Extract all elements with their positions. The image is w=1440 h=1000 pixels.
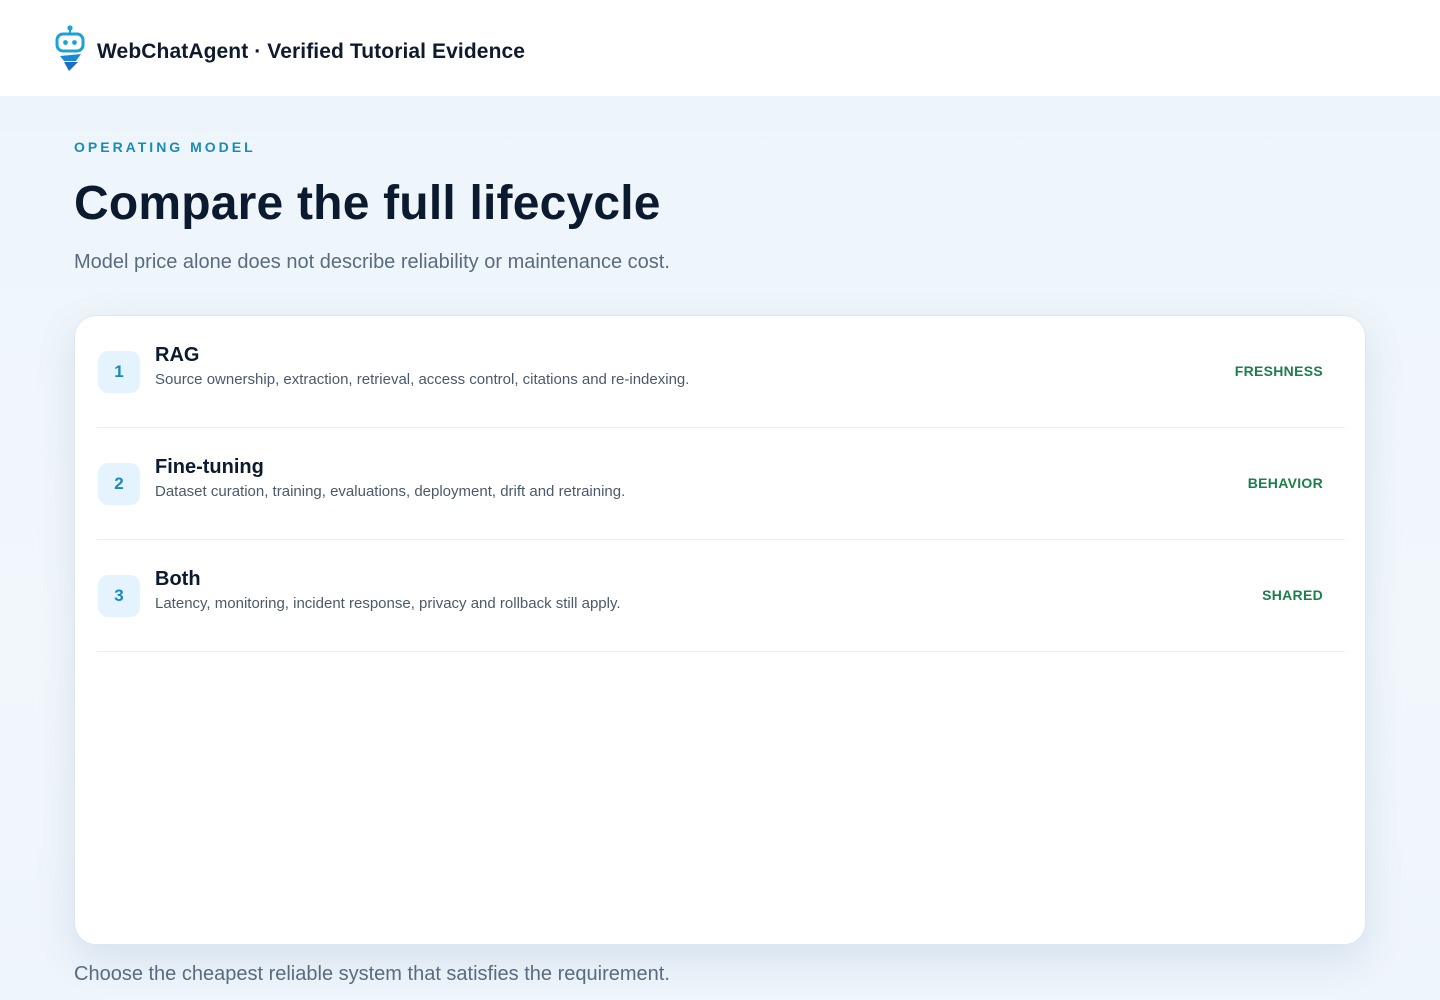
page-subtitle: Model price alone does not describe reli… bbox=[74, 251, 670, 273]
row-tag: FRESHNESS bbox=[1234, 363, 1323, 379]
footer-note: Choose the cheapest reliable system that… bbox=[74, 963, 670, 985]
comparison-row-rag: 1 RAG Source ownership, extraction, retr… bbox=[97, 316, 1345, 428]
row-number-badge: 2 bbox=[98, 463, 140, 505]
brand-title: WebChatAgent · Verified Tutorial Evidenc… bbox=[97, 40, 526, 63]
row-tag: BEHAVIOR bbox=[1247, 475, 1323, 491]
section-eyebrow: OPERATING MODEL bbox=[74, 139, 256, 155]
row-title: Both bbox=[155, 568, 201, 590]
row-description: Latency, monitoring, incident response, … bbox=[155, 595, 621, 612]
row-number-badge: 1 bbox=[98, 351, 140, 393]
row-title: RAG bbox=[155, 344, 200, 366]
row-tag: SHARED bbox=[1262, 587, 1323, 603]
row-title: Fine-tuning bbox=[155, 456, 264, 478]
robot-icon bbox=[55, 25, 85, 71]
page-title: Compare the full lifecycle bbox=[74, 177, 661, 230]
comparison-row-fine-tuning: 2 Fine-tuning Dataset curation, training… bbox=[97, 428, 1345, 540]
top-bar: WebChatAgent · Verified Tutorial Evidenc… bbox=[0, 0, 1440, 96]
row-description: Dataset curation, training, evaluations,… bbox=[155, 483, 626, 500]
comparison-row-both: 3 Both Latency, monitoring, incident res… bbox=[97, 540, 1345, 652]
comparison-card: 1 RAG Source ownership, extraction, retr… bbox=[74, 315, 1366, 945]
row-number-badge: 3 bbox=[98, 575, 140, 617]
row-description: Source ownership, extraction, retrieval,… bbox=[155, 371, 690, 388]
